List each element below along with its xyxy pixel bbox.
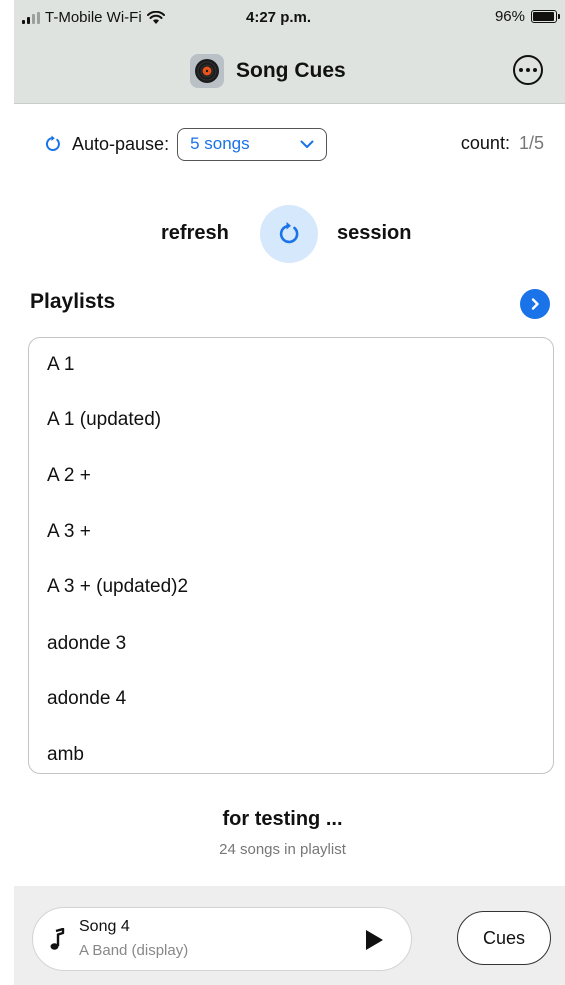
- refresh-small-icon[interactable]: [44, 135, 62, 153]
- battery-icon: [531, 10, 560, 23]
- music-note-icon: [50, 928, 65, 950]
- refresh-session-row: refresh session: [0, 205, 565, 263]
- refresh-label: refresh: [161, 222, 229, 244]
- cues-button[interactable]: Cues: [457, 911, 551, 965]
- wifi-icon: [146, 10, 165, 24]
- now-playing-pill[interactable]: Song 4 A Band (display): [32, 907, 412, 971]
- session-label: session: [337, 222, 412, 244]
- vinyl-record-icon: [190, 54, 224, 88]
- song-artist: A Band (display): [79, 942, 189, 959]
- status-left: T-Mobile Wi-Fi: [22, 9, 165, 26]
- ellipsis-circle-icon[interactable]: [513, 55, 543, 85]
- page-title: Song Cues: [236, 59, 346, 82]
- playlist-list[interactable]: A 1 A 1 (updated) A 2 + A 3 + A 3 + (upd…: [28, 337, 554, 774]
- playlists-header: Playlists: [30, 290, 116, 313]
- list-item[interactable]: A 1: [47, 354, 74, 376]
- selected-playlist-count: 24 songs in playlist: [219, 841, 346, 858]
- count-display: count: 1/5: [461, 133, 544, 154]
- player-bar: Song 4 A Band (display) Cues: [14, 886, 565, 985]
- signal-icon: [22, 11, 40, 24]
- battery-fill: [533, 12, 555, 21]
- list-item[interactable]: amb: [47, 744, 84, 766]
- battery-percent: 96%: [494, 8, 525, 25]
- status-time: 4:27 p.m.: [246, 9, 312, 26]
- chevron-right-circle-icon[interactable]: [520, 289, 550, 319]
- list-item[interactable]: adonde 3: [47, 633, 126, 655]
- play-icon[interactable]: [361, 927, 387, 953]
- nav-bar: Song Cues: [14, 34, 565, 104]
- chevron-down-icon: [300, 140, 314, 148]
- list-item[interactable]: A 1 (updated): [47, 409, 161, 431]
- list-item[interactable]: adonde 4: [47, 688, 126, 710]
- autopause-selected: 5 songs: [190, 134, 250, 153]
- list-item[interactable]: A 2 +: [47, 465, 91, 487]
- list-item[interactable]: A 3 + (updated)2: [47, 576, 188, 598]
- autopause-label: Auto-pause:: [72, 133, 170, 154]
- refresh-session-button[interactable]: [260, 205, 318, 263]
- carrier-label: T-Mobile Wi-Fi: [45, 9, 142, 26]
- autopause-row: Auto-pause: 5 songs count: 1/5: [44, 126, 544, 162]
- selected-playlist-name: for testing ...: [222, 808, 343, 830]
- status-bar: T-Mobile Wi-Fi 4:27 p.m. 96%: [14, 0, 565, 34]
- list-item[interactable]: A 3 +: [47, 521, 91, 543]
- nav-title-wrap: Song Cues: [190, 54, 346, 88]
- count-value: 1/5: [518, 133, 544, 153]
- song-title: Song 4: [79, 918, 130, 935]
- status-right: 96%: [494, 8, 560, 25]
- refresh-icon: [279, 222, 299, 244]
- autopause-select[interactable]: 5 songs: [177, 127, 328, 161]
- count-label: count:: [460, 133, 510, 153]
